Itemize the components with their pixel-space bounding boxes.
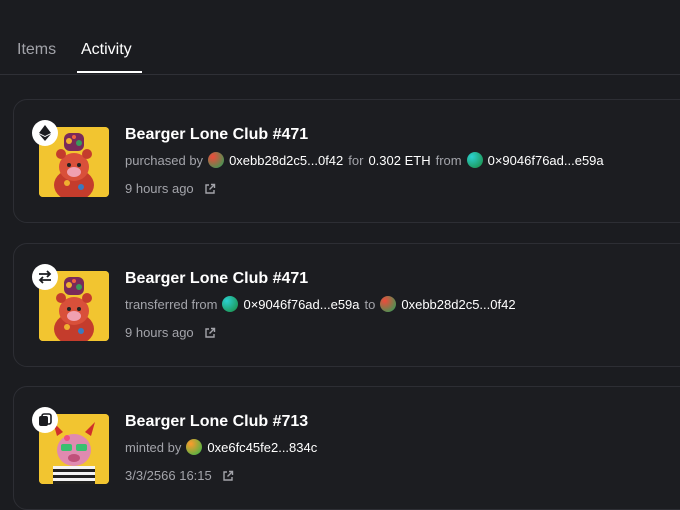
active-tab-indicator <box>77 71 142 73</box>
seller-address[interactable]: 0×9046f76ad...e59a <box>488 153 604 168</box>
activity-tabs: Items Activity <box>0 0 680 75</box>
timestamp: 3/3/2566 16:15 <box>125 468 212 483</box>
tab-activity[interactable]: Activity <box>81 40 132 60</box>
external-link-icon[interactable] <box>204 183 216 195</box>
mint-icon <box>32 407 58 433</box>
from-address[interactable]: 0×9046f76ad...e59a <box>243 297 359 312</box>
wallet-avatar-icon <box>466 152 483 168</box>
wallet-avatar-icon <box>208 152 225 168</box>
to-address[interactable]: 0xebb28d2c5...0f42 <box>401 297 515 312</box>
for-label: for <box>348 152 364 168</box>
activity-description: transferred from 0×9046f76ad...e59a to 0… <box>125 296 516 312</box>
wallet-avatar-icon <box>222 296 239 312</box>
activity-time: 9 hours ago <box>125 325 216 340</box>
activity-card[interactable]: Bearger Lone Club #471 purchased by 0xeb… <box>13 99 680 223</box>
nft-title[interactable]: Bearger Lone Club #713 <box>125 413 308 431</box>
activity-card[interactable]: Bearger Lone Club #471 transferred from … <box>13 243 680 367</box>
activity-verb: minted by <box>125 439 182 455</box>
external-link-icon[interactable] <box>222 470 234 482</box>
wallet-avatar-icon <box>380 296 397 312</box>
timestamp: 9 hours ago <box>125 181 194 196</box>
activity-description: purchased by 0xebb28d2c5...0f42 for 0.30… <box>125 152 604 168</box>
to-label: to <box>364 296 376 312</box>
nft-title[interactable]: Bearger Lone Club #471 <box>125 270 308 288</box>
activity-verb: purchased by <box>125 152 204 168</box>
tab-items[interactable]: Items <box>17 40 56 60</box>
activity-time: 3/3/2566 16:15 <box>125 468 234 483</box>
wallet-avatar-icon <box>186 439 203 455</box>
activity-time: 9 hours ago <box>125 181 216 196</box>
ethereum-icon <box>32 120 58 146</box>
external-link-icon[interactable] <box>204 327 216 339</box>
from-label: from <box>435 152 462 168</box>
buyer-address[interactable]: 0xebb28d2c5...0f42 <box>229 153 343 168</box>
nft-title[interactable]: Bearger Lone Club #471 <box>125 126 308 144</box>
transfer-icon <box>32 264 58 290</box>
activity-verb: transferred from <box>125 296 218 312</box>
activity-card[interactable]: Bearger Lone Club #713 minted by 0xe6fc4… <box>13 386 680 510</box>
timestamp: 9 hours ago <box>125 325 194 340</box>
activity-description: minted by 0xe6fc45fe2...834c <box>125 439 317 455</box>
minter-address[interactable]: 0xe6fc45fe2...834c <box>207 440 317 455</box>
price-amount: 0.302 ETH <box>368 152 431 168</box>
